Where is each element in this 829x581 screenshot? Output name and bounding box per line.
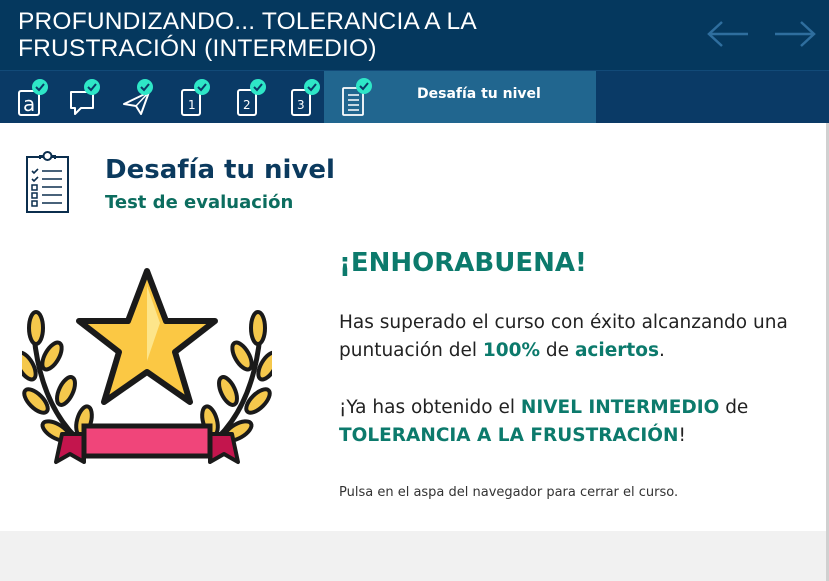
arrow-left-icon	[707, 21, 748, 47]
arrow-right-icon	[775, 21, 816, 47]
course-title: PROFUNDIZANDO... TOLERANCIA A LA FRUSTRA…	[18, 8, 476, 62]
paper-plane-icon	[123, 79, 153, 115]
svg-text:a: a	[23, 92, 35, 116]
tablet-1-icon: 1	[181, 79, 210, 116]
hits-label: aciertos	[574, 340, 659, 361]
step-tablet-3[interactable]: 3	[280, 71, 320, 123]
course-name: TOLERANCIA A LA FRUSTRACIÓN	[339, 425, 679, 446]
course-header: PROFUNDIZANDO... TOLERANCIA A LA FRUSTRA…	[0, 0, 829, 70]
star-award-icon	[22, 268, 272, 464]
congrats-heading: ¡ENHORABUENA!	[339, 248, 587, 278]
step-chat[interactable]	[60, 71, 100, 123]
step-plane[interactable]	[113, 71, 153, 123]
result-text: .	[658, 340, 665, 361]
score-value: 100%	[482, 340, 541, 361]
svg-text:2: 2	[243, 98, 251, 112]
step-active-label: Desafía tu nivel	[417, 86, 541, 102]
course-window: PROFUNDIZANDO... TOLERANCIA A LA FRUSTRA…	[0, 0, 829, 581]
next-button[interactable]	[773, 16, 817, 52]
clipboard-checklist-icon	[26, 151, 69, 213]
intro-a-icon: a	[18, 79, 48, 116]
level-text: ¡Ya has obtenido el	[339, 397, 521, 418]
level-paragraph: ¡Ya has obtenido el NIVEL INTERMEDIO de …	[339, 394, 809, 450]
tablet-3-icon: 3	[291, 79, 320, 116]
step-tablet-1[interactable]: 1	[170, 71, 210, 123]
chat-bubble-icon	[70, 79, 100, 115]
result-text: de	[540, 340, 575, 361]
level-name: NIVEL INTERMEDIO	[520, 397, 720, 418]
result-paragraph: Has superado el curso con éxito alcanzan…	[339, 309, 809, 365]
level-text: !	[678, 425, 686, 446]
svg-text:3: 3	[297, 98, 305, 112]
checklist-icon	[342, 78, 372, 116]
section-subtitle: Test de evaluación	[105, 192, 294, 213]
tablet-2-icon: 2	[237, 79, 266, 116]
prev-button[interactable]	[706, 16, 750, 52]
section-title: Desafía tu nivel	[105, 155, 335, 185]
step-navigation: a 1 2 3 Desafía tu nivel	[0, 70, 829, 123]
level-text: de	[719, 397, 749, 418]
step-desafia-active[interactable]: Desafía tu nivel	[324, 71, 596, 123]
close-instruction: Pulsa en el aspa del navegador para cerr…	[339, 485, 679, 500]
step-tablet-2[interactable]: 2	[226, 71, 266, 123]
step-intro[interactable]: a	[8, 71, 48, 123]
svg-text:1: 1	[188, 98, 196, 112]
content-panel: Desafía tu nivel Test de evaluación ¡ENH…	[0, 123, 826, 531]
